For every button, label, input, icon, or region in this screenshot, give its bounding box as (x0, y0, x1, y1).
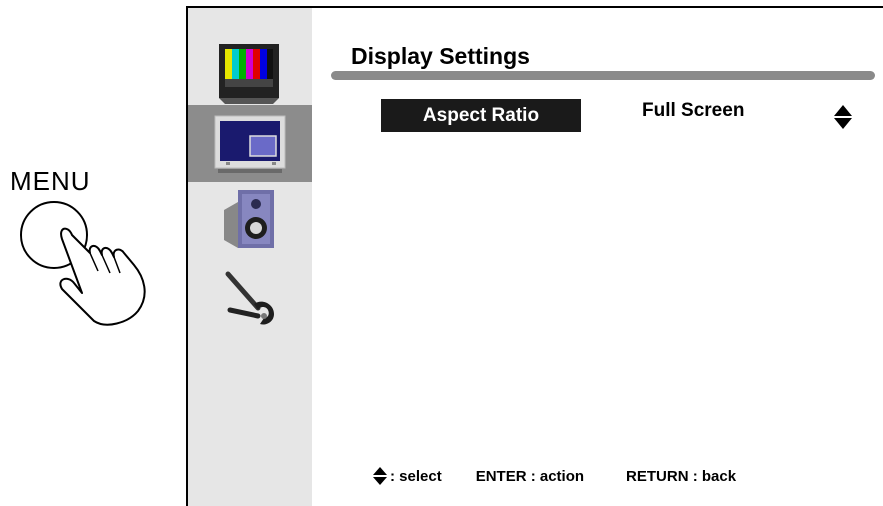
osd-screen: Display Settings Aspect Ratio Full Scree… (186, 6, 883, 506)
aspect-ratio-value[interactable]: Full Screen (642, 100, 744, 122)
hand-press-icon[interactable] (10, 195, 170, 350)
sidebar-item-sound[interactable] (188, 182, 312, 259)
title-underline (331, 71, 875, 80)
up-down-arrow-icon[interactable] (833, 104, 853, 130)
footer-hints: : select ENTER : action RETURN : back (372, 466, 736, 486)
aspect-ratio-label[interactable]: Aspect Ratio (381, 99, 581, 132)
speaker-icon (224, 189, 274, 248)
sidebar-item-display[interactable] (188, 105, 312, 182)
wrench-icon (225, 271, 274, 325)
return-hint: RETURN : back (626, 467, 737, 485)
page-title: Display Settings (351, 43, 530, 69)
up-down-arrow-icon (373, 467, 387, 485)
sidebar-item-picture[interactable] (188, 34, 312, 111)
tv-color-bars-icon (219, 43, 279, 104)
menu-label: MENU (10, 166, 91, 196)
enter-hint: ENTER : action (475, 467, 585, 485)
sidebar-item-setup[interactable] (188, 260, 312, 337)
sidebar (188, 8, 312, 506)
tv-display-icon (214, 115, 286, 173)
select-hint: : select (390, 467, 442, 485)
